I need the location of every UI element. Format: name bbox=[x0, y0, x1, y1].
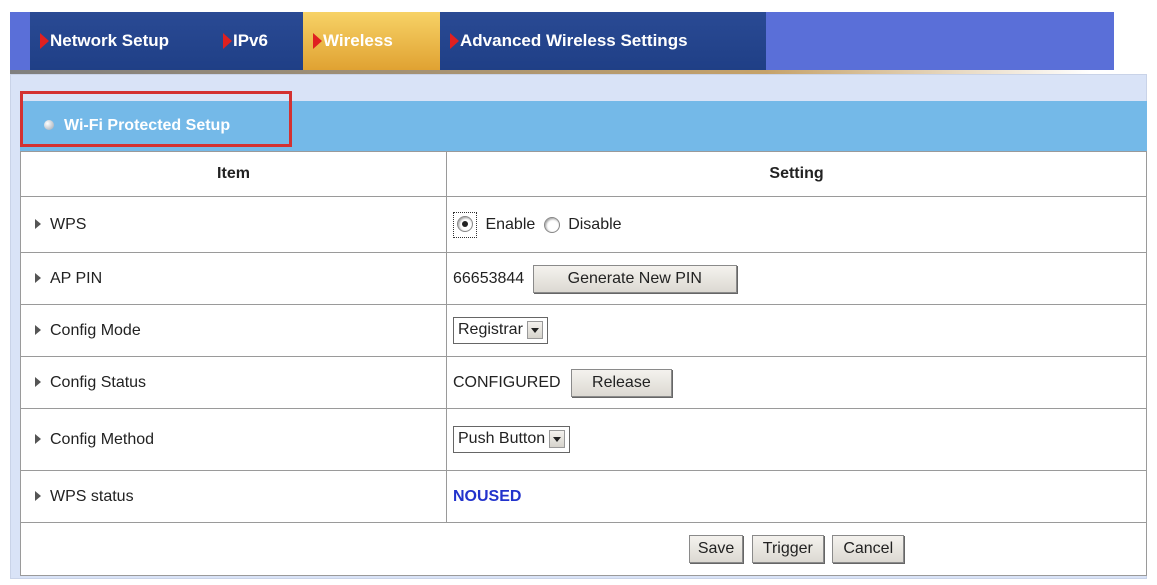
triangle-icon bbox=[35, 491, 41, 502]
wps-status-value: NOUSED bbox=[453, 487, 522, 505]
tab-wireless[interactable]: Wireless bbox=[303, 12, 440, 70]
triangle-icon bbox=[35, 377, 41, 388]
table-row: Config Status CONFIGURED Release bbox=[20, 356, 1147, 409]
row-label: Config Mode bbox=[50, 321, 141, 339]
footer-row: Save Trigger Cancel bbox=[20, 522, 1147, 576]
tab-label: Wireless bbox=[323, 31, 393, 50]
column-header-setting: Setting bbox=[446, 151, 1147, 197]
config-mode-value: Registrar bbox=[458, 321, 523, 339]
row-label-cell: Config Status bbox=[20, 356, 447, 409]
row-label: WPS bbox=[50, 215, 87, 233]
footer-cell: Save Trigger Cancel bbox=[20, 522, 1147, 576]
row-label: AP PIN bbox=[50, 269, 103, 287]
generate-pin-button[interactable]: Generate New PIN bbox=[532, 264, 737, 293]
column-header-item: Item bbox=[20, 151, 447, 197]
ap-pin-setting-cell: 66653844 Generate New PIN bbox=[446, 252, 1147, 305]
wps-disable-label: Disable bbox=[568, 215, 622, 233]
tab-advanced-wireless-settings[interactable]: Advanced Wireless Settings bbox=[440, 12, 766, 70]
arrow-icon bbox=[313, 33, 322, 49]
arrow-icon bbox=[223, 33, 232, 49]
tab-label: Network Setup bbox=[50, 31, 170, 50]
arrow-icon bbox=[450, 33, 459, 49]
triangle-icon bbox=[35, 219, 41, 230]
row-label: Config Status bbox=[50, 373, 147, 391]
row-label: Config Method bbox=[50, 430, 155, 448]
radio-focus-ring bbox=[453, 211, 477, 238]
row-label-cell: WPS status bbox=[20, 470, 447, 523]
wps-enable-radio[interactable] bbox=[457, 216, 473, 233]
wps-enable-label: Enable bbox=[485, 215, 536, 233]
chevron-down-icon bbox=[526, 321, 543, 340]
triangle-icon bbox=[35, 325, 41, 336]
config-method-value: Push Button bbox=[458, 430, 546, 448]
config-status-value: CONFIGURED bbox=[453, 373, 561, 391]
table-row: Config Method Push Button bbox=[20, 408, 1147, 471]
row-label-cell: WPS bbox=[20, 196, 447, 253]
config-mode-setting-cell: Registrar bbox=[446, 304, 1147, 357]
table-row: WPS status NOUSED bbox=[20, 470, 1147, 523]
wps-disable-radio[interactable] bbox=[543, 216, 560, 233]
table-row: AP PIN 66653844 Generate New PIN bbox=[20, 252, 1147, 305]
triangle-icon bbox=[35, 434, 41, 445]
config-status-setting-cell: CONFIGURED Release bbox=[446, 356, 1147, 409]
table-row: Config Mode Registrar bbox=[20, 304, 1147, 357]
row-label-cell: AP PIN bbox=[20, 252, 447, 305]
table-header-row: Item Setting bbox=[20, 151, 1147, 197]
wps-setting-cell: Enable Disable bbox=[446, 196, 1147, 253]
row-label-cell: Config Mode bbox=[20, 304, 447, 357]
triangle-icon bbox=[35, 273, 41, 284]
tab-network-setup[interactable]: Network Setup bbox=[30, 12, 213, 70]
save-button[interactable]: Save bbox=[688, 535, 744, 563]
cancel-button[interactable]: Cancel bbox=[832, 535, 905, 563]
row-label: WPS status bbox=[50, 487, 134, 505]
highlight-box bbox=[20, 91, 292, 147]
table-row: WPS Enable Disable bbox=[20, 196, 1147, 253]
config-method-select[interactable]: Push Button bbox=[453, 426, 571, 453]
config-method-setting-cell: Push Button bbox=[446, 408, 1147, 471]
arrow-icon bbox=[40, 33, 49, 49]
wps-status-setting-cell: NOUSED bbox=[446, 470, 1147, 523]
config-mode-select[interactable]: Registrar bbox=[453, 317, 548, 344]
release-button[interactable]: Release bbox=[571, 368, 672, 397]
tab-label: Advanced Wireless Settings bbox=[460, 31, 688, 50]
chevron-down-icon bbox=[549, 430, 566, 449]
ap-pin-value: 66653844 bbox=[453, 269, 525, 287]
row-label-cell: Config Method bbox=[20, 408, 447, 471]
tab-label: IPv6 bbox=[233, 31, 268, 50]
wps-settings-table: Item Setting WPS Enable Disable AP PIN 6… bbox=[20, 151, 1147, 576]
tab-ipv6[interactable]: IPv6 bbox=[213, 12, 303, 70]
trigger-button[interactable]: Trigger bbox=[751, 535, 824, 563]
